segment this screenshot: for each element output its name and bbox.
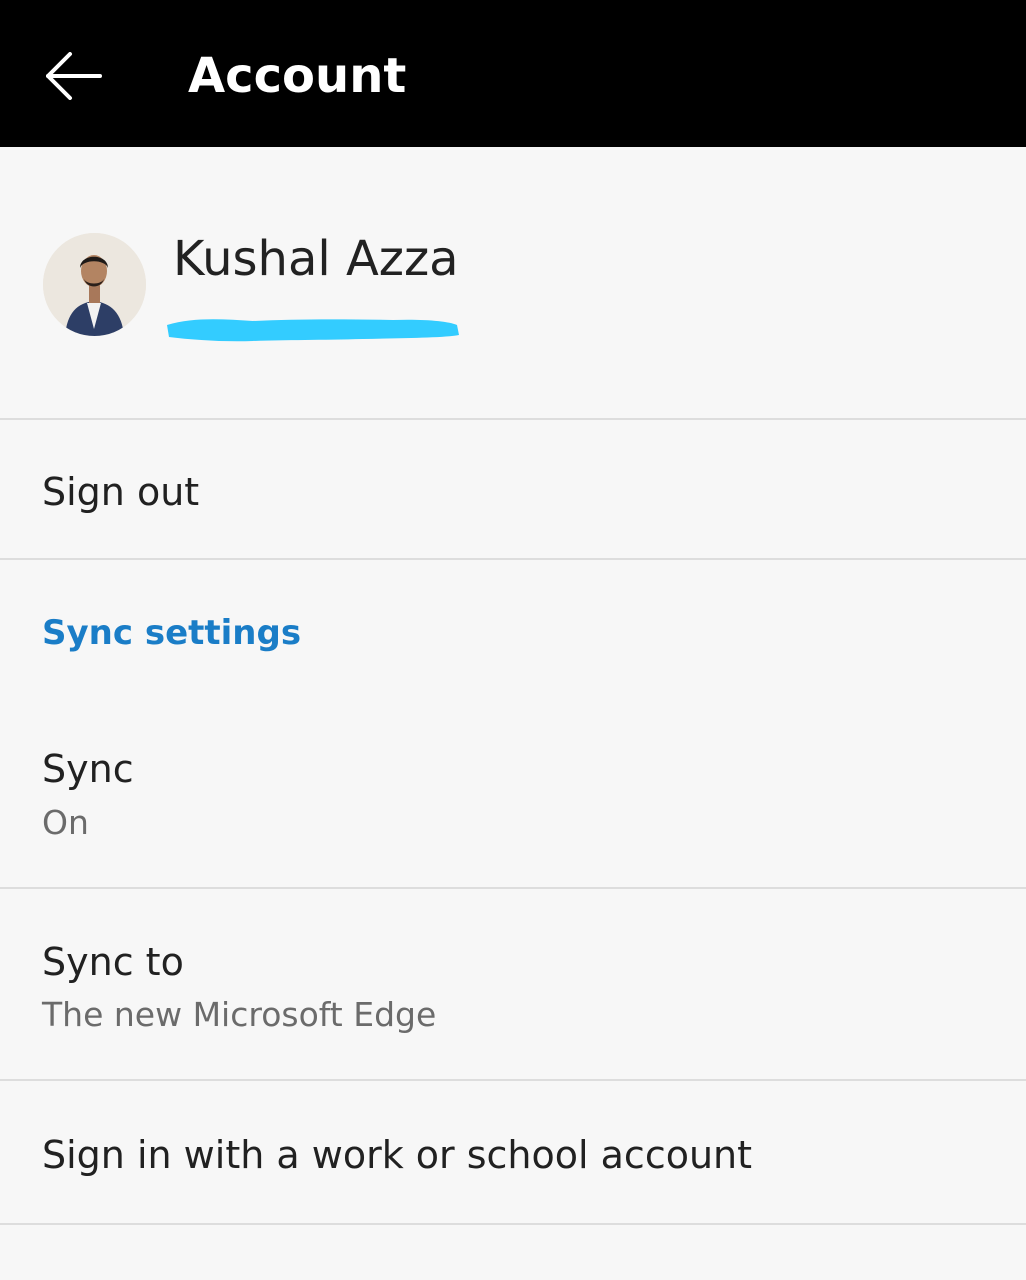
work-school-signin-label: Sign in with a work or school account — [42, 1133, 753, 1177]
arrow-left-icon — [46, 52, 102, 100]
sign-out-item[interactable]: Sign out — [0, 420, 1026, 558]
divider — [0, 558, 1026, 560]
email-redaction — [167, 319, 459, 342]
sync-item[interactable]: Sync On — [0, 702, 1026, 887]
sync-value: On — [42, 803, 89, 842]
sync-settings-header: Sync settings — [42, 613, 302, 653]
divider — [0, 1223, 1026, 1225]
sync-label: Sync — [42, 747, 134, 791]
page-title: Account — [188, 48, 407, 104]
profile-section: Kushal Azza — [0, 147, 1026, 419]
app-bar: Account — [0, 0, 1026, 147]
sync-to-item[interactable]: Sync to The new Microsoft Edge — [0, 889, 1026, 1079]
back-button[interactable] — [34, 36, 114, 116]
sync-to-value: The new Microsoft Edge — [42, 995, 437, 1034]
profile-name: Kushal Azza — [173, 231, 459, 287]
work-school-signin-item[interactable]: Sign in with a work or school account — [0, 1081, 1026, 1223]
sign-out-label: Sign out — [42, 470, 200, 514]
sync-to-label: Sync to — [42, 940, 184, 984]
avatar[interactable] — [43, 233, 146, 336]
avatar-photo — [43, 233, 146, 336]
account-settings-list: Kushal Azza Sign out Sync settings Sync … — [0, 147, 1026, 1280]
